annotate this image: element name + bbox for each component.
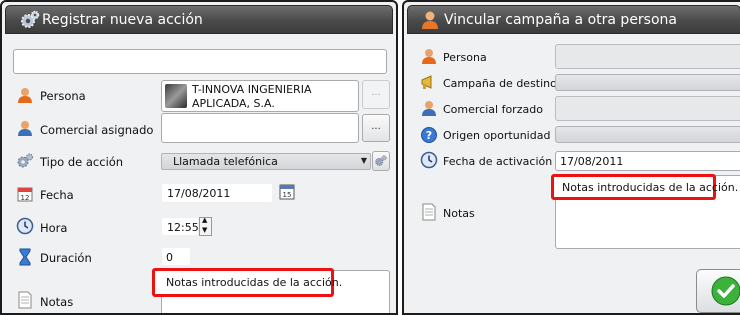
comercial-field[interactable]	[161, 113, 359, 143]
spinner-down-icon[interactable]: ▼	[202, 226, 207, 234]
left-titlebar: Registrar nueva acción	[5, 5, 393, 34]
notas-label: Notas	[40, 295, 74, 309]
r-notas-highlight: Notas introducidas de la acción.	[551, 174, 738, 200]
document-icon	[18, 291, 32, 309]
person-icon	[18, 88, 32, 103]
r-comercial-field[interactable]	[555, 96, 740, 121]
tipo-accion-select[interactable]: Llamada telefónica ▼	[161, 153, 371, 170]
tipo-accion-config-button[interactable]	[372, 151, 390, 171]
hora-value: 12:55	[167, 221, 199, 234]
r-notas-label: Notas	[443, 207, 475, 220]
hora-spinner[interactable]: ▲ ▼	[199, 216, 212, 236]
r-origen-label: Origen oportunidad	[443, 129, 551, 142]
gears-icon	[21, 10, 40, 28]
r-comercial-label: Comercial forzado	[443, 103, 543, 116]
r-fecha-input[interactable]: 17/08/2011	[555, 151, 740, 171]
duracion-label: Duración	[40, 251, 92, 265]
tipo-accion-value: Llamada telefónica	[173, 155, 278, 168]
tipo-accion-label: Tipo de acción	[40, 155, 124, 169]
notas-highlight: Notas introducidas de la acción.	[152, 268, 342, 297]
persona-value-line2: APLICADA, S.A.	[192, 97, 275, 110]
right-window-title: Vincular campaña a otra persona	[444, 12, 677, 28]
spinner-up-icon[interactable]: ▲	[202, 216, 207, 224]
person-icon	[422, 11, 438, 29]
r-fecha-value: 17/08/2011	[560, 155, 624, 168]
document-icon	[422, 203, 436, 221]
hora-label: Hora	[40, 221, 68, 235]
notas-value: Notas introducidas de la acción.	[166, 276, 343, 289]
gears-icon	[17, 153, 33, 168]
salesperson-icon	[422, 101, 436, 116]
comercial-label: Comercial asignado	[40, 123, 154, 137]
calendar-icon: 12	[17, 187, 33, 202]
question-icon: ?	[421, 127, 437, 143]
r-persona-label: Persona	[443, 51, 487, 64]
calendar-picker-icon[interactable]: 15	[279, 183, 295, 200]
r-campana-select[interactable]	[555, 74, 740, 91]
chevron-down-icon: ▼	[360, 156, 367, 165]
duracion-input[interactable]: 0	[161, 247, 191, 266]
hora-input[interactable]: 12:55	[161, 217, 199, 236]
comercial-select-button[interactable]: ...	[362, 114, 390, 142]
checkmark-icon	[711, 276, 740, 306]
right-titlebar: Vincular campaña a otra persona	[407, 5, 740, 34]
salesperson-icon	[18, 121, 32, 136]
clock-icon	[420, 151, 438, 169]
persona-field[interactable]: T-INNOVA INGENIERIA APLICADA, S.A.	[161, 80, 359, 112]
fecha-value: 17/08/2011	[167, 187, 231, 200]
left-window-title: Registrar nueva acción	[42, 12, 203, 28]
r-origen-select[interactable]	[555, 126, 740, 143]
registrar-accion-window: Registrar nueva acción Persona T-INNOVA …	[0, 0, 398, 315]
persona-value-line1: T-INNOVA INGENIERIA	[192, 83, 312, 96]
person-icon	[422, 49, 436, 64]
fecha-input[interactable]: 17/08/2011	[161, 183, 273, 203]
r-fecha-label: Fecha de activación	[443, 155, 553, 168]
vincular-campana-window: Vincular campaña a otra persona Persona …	[402, 0, 740, 315]
fecha-label: Fecha	[40, 188, 74, 202]
svg-text:12: 12	[21, 194, 30, 202]
megaphone-icon	[421, 75, 432, 89]
r-campana-label: Campaña de destino	[443, 77, 557, 90]
accept-button[interactable]	[696, 269, 740, 313]
persona-select-button[interactable]: ...	[362, 80, 390, 109]
hourglass-icon	[19, 248, 31, 266]
gears-icon	[375, 155, 387, 166]
r-persona-field[interactable]	[555, 44, 740, 69]
duracion-value: 0	[166, 251, 173, 264]
calendar-day: 15	[283, 191, 292, 199]
persona-label: Persona	[40, 89, 86, 103]
r-notas-value: Notas introducidas de la acción.	[562, 181, 739, 194]
svg-text:?: ?	[426, 129, 432, 142]
clock-icon	[16, 217, 34, 235]
persona-avatar	[165, 84, 187, 108]
top-blank-field[interactable]	[13, 49, 387, 74]
